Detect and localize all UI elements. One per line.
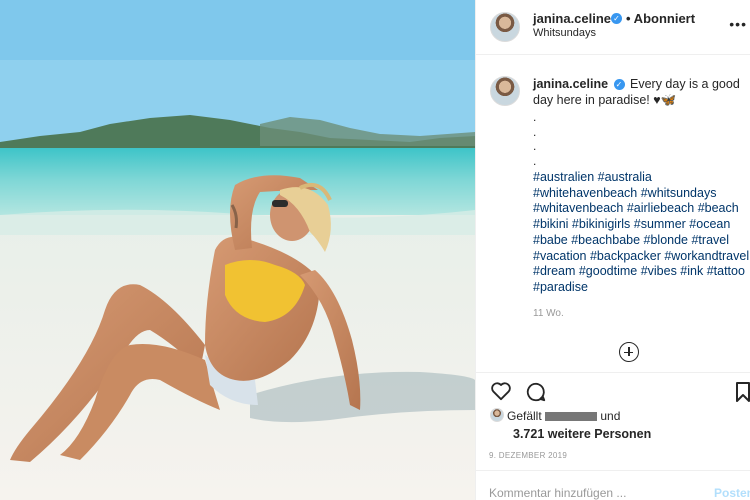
follow-status[interactable]: • Abonniert <box>626 11 695 26</box>
comment-input[interactable]: Kommentar hinzufügen ... <box>489 486 626 500</box>
post-photo[interactable] <box>0 0 475 500</box>
divider <box>476 372 750 373</box>
redacted-username <box>545 412 568 422</box>
post-location[interactable]: Whitsundays <box>533 27 596 39</box>
hashtag-line[interactable]: #vacation #backpacker #workandtravel <box>533 249 750 265</box>
verified-badge-icon: ✓ <box>611 13 622 24</box>
likes-count[interactable]: 3.721 weitere Personen <box>513 427 651 441</box>
hashtag-line[interactable]: #australien #australia <box>533 170 750 186</box>
post-date: 9. DEZEMBER 2019 <box>489 451 568 460</box>
hashtag-line[interactable]: #bikini #bikinigirls #summer #ocean <box>533 217 750 233</box>
likes-summary: Gefällt und <box>507 409 620 423</box>
comment-icon[interactable] <box>525 381 547 403</box>
likes-suffix: und <box>600 409 621 423</box>
caption-verified-badge-icon: ✓ <box>613 79 625 91</box>
caption-username[interactable]: janina.celine <box>533 77 608 91</box>
caption: janina.celine ✓ Every day is a good day … <box>533 76 748 108</box>
more-icon[interactable]: ••• <box>729 16 747 32</box>
caption-dot: . <box>533 139 537 153</box>
caption-time-ago: 11 Wo. <box>533 308 564 319</box>
plus-circle-icon[interactable] <box>619 342 639 362</box>
caption-dot: . <box>533 110 537 124</box>
beach-scene-illustration <box>0 0 475 500</box>
redacted-username <box>567 412 598 422</box>
liker-avatar[interactable] <box>490 408 504 422</box>
hashtag-line[interactable]: #paradise <box>533 280 750 296</box>
heart-icon[interactable] <box>490 381 512 401</box>
hashtag-line[interactable]: #babe #beachbabe #blonde #travel <box>533 233 750 249</box>
post-header: janina.celine ✓ • Abonniert Whitsundays … <box>476 0 750 55</box>
post-comment-button[interactable]: Posten <box>714 486 750 500</box>
bookmark-icon[interactable] <box>735 381 750 403</box>
likes-prefix: Gefällt <box>507 409 542 423</box>
avatar[interactable] <box>490 12 520 42</box>
hashtag-line[interactable]: #dream #goodtime #vibes #ink #tattoo <box>533 264 750 280</box>
hashtag-line[interactable]: #whitavenbeach #airliebeach #beach <box>533 201 750 217</box>
hashtag-list: #australien #australia #whitehavenbeach … <box>533 170 750 296</box>
caption-avatar[interactable] <box>490 76 520 106</box>
caption-dot: . <box>533 153 537 168</box>
caption-dots: . . . . <box>533 110 536 168</box>
post-details-panel: janina.celine ✓ • Abonniert Whitsundays … <box>475 0 750 500</box>
caption-dot: . <box>533 124 537 139</box>
divider <box>476 470 750 471</box>
author-username[interactable]: janina.celine <box>533 11 611 26</box>
hashtag-line[interactable]: #whitehavenbeach #whitsundays <box>533 186 750 202</box>
